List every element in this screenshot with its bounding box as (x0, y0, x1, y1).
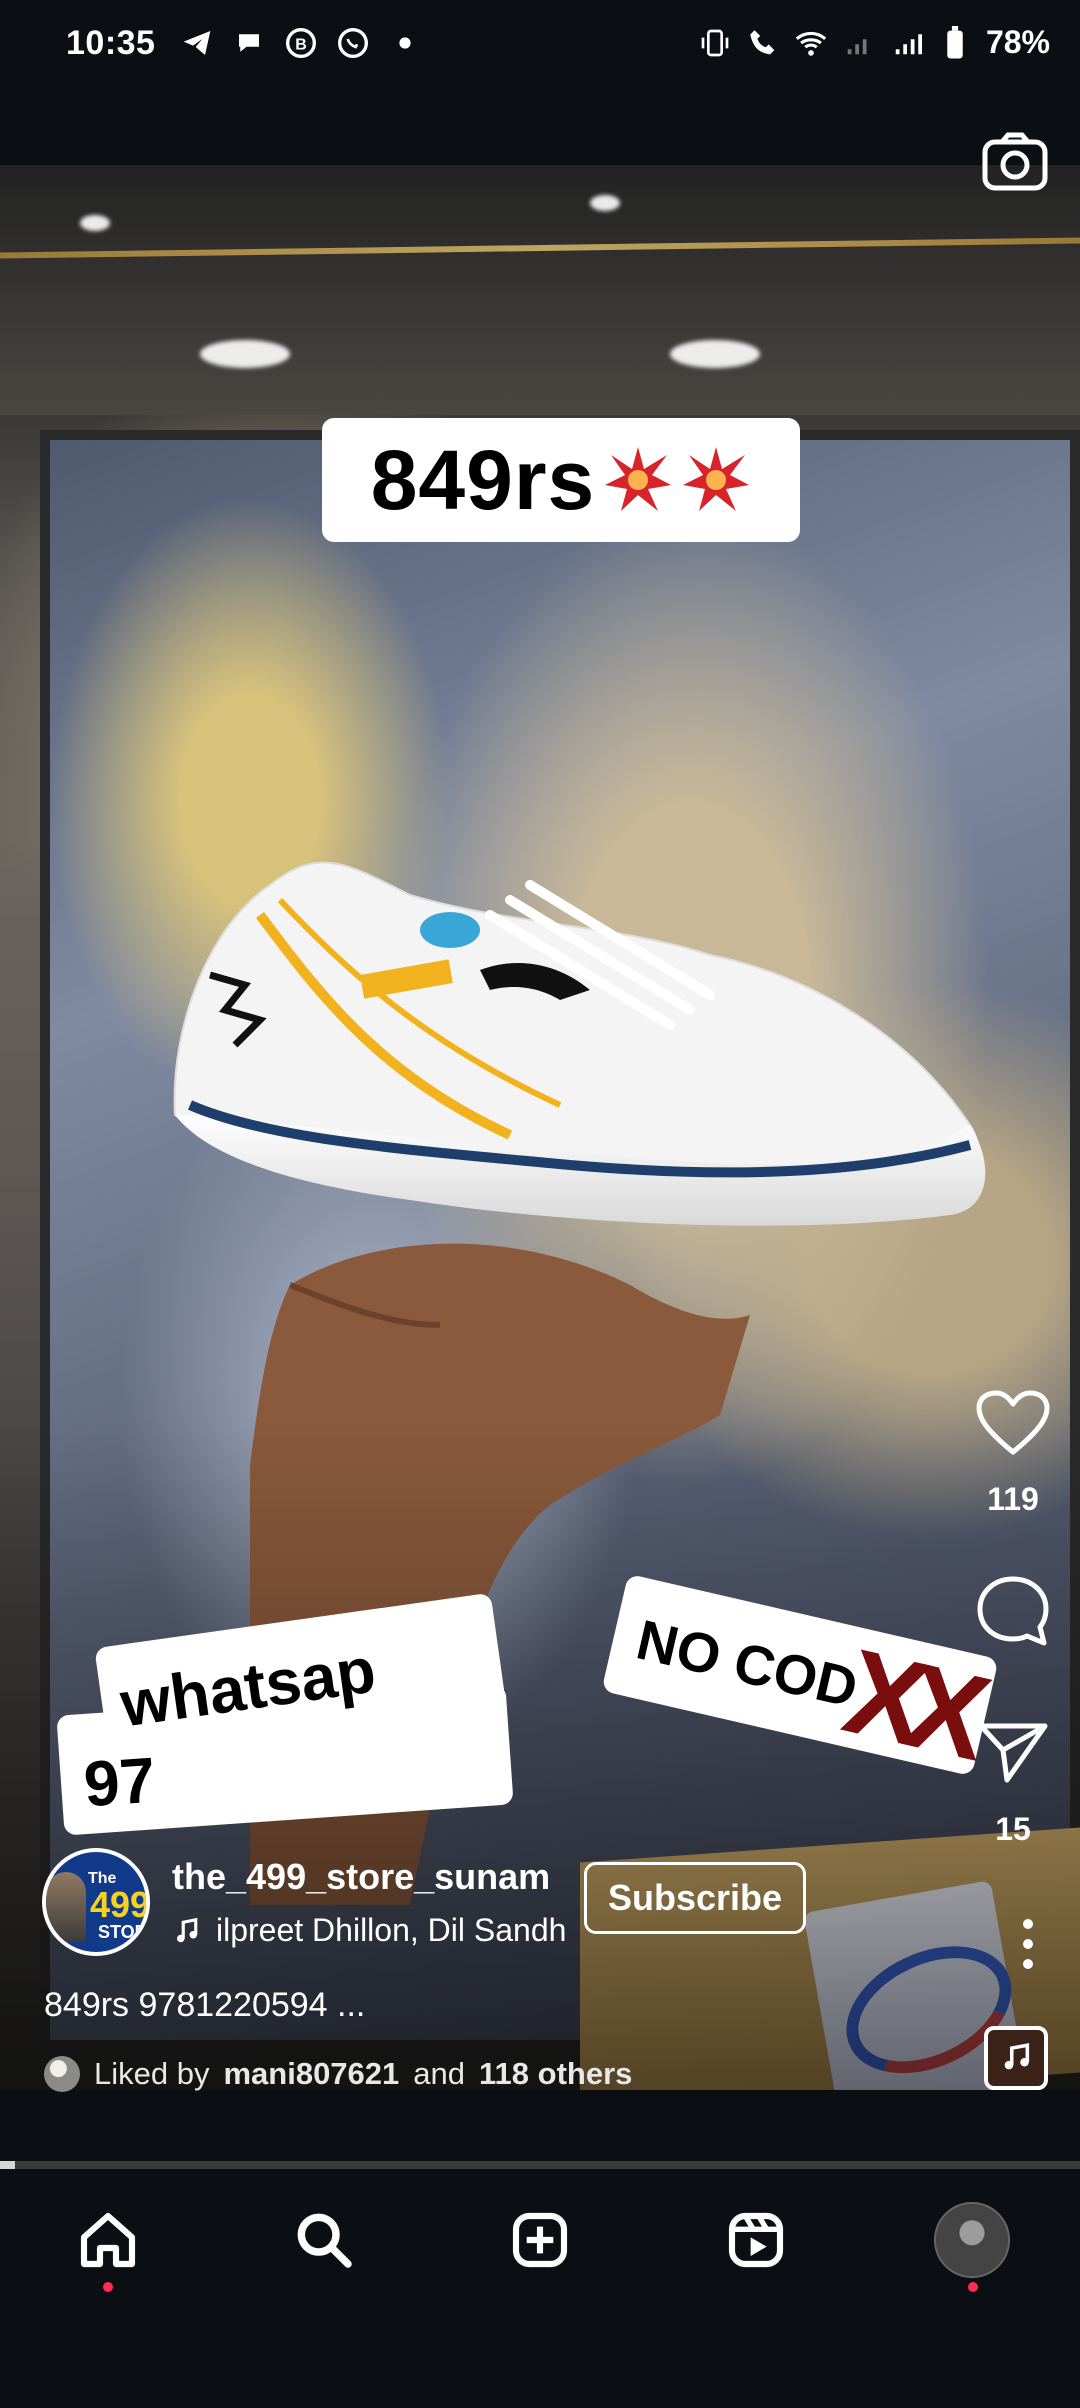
wifi-call-icon (746, 26, 780, 60)
heart-icon (976, 1390, 1050, 1455)
send-icon (978, 1723, 1048, 1783)
burst-icon (683, 447, 750, 511)
dot-icon (388, 26, 422, 60)
liked-by-prefix: Liked by (94, 2056, 210, 2091)
avatar-text-number: 499 (90, 1884, 150, 1925)
music-note-icon (1004, 2043, 1030, 2070)
comment-button[interactable] (976, 1575, 1050, 1654)
liked-by-user[interactable]: mani807621 (223, 2056, 399, 2092)
video-progress-fill (0, 2161, 16, 2169)
like-button[interactable] (976, 1390, 1050, 1461)
home-icon (80, 2212, 136, 2268)
audio-thumbnail-button[interactable] (984, 2026, 1048, 2090)
profile-notification-dot (968, 2282, 978, 2292)
avatar-text-store: STOR (98, 1922, 148, 1942)
price-sticker: 849rs (322, 418, 800, 542)
post-caption[interactable]: 849rs 9781220594 ... (44, 1986, 365, 2025)
share-group: 15 (974, 1720, 1052, 1848)
music-note-icon (177, 1917, 198, 1942)
author-username[interactable]: the_499_store_sunam (172, 1856, 550, 1898)
share-count: 15 (995, 1811, 1031, 1847)
nav-profile[interactable] (932, 2200, 1012, 2280)
author-avatar[interactable]: The 499 STOR (42, 1848, 150, 1956)
bottom-nav (0, 2170, 1080, 2408)
nav-reels[interactable] (716, 2200, 796, 2280)
whatsapp-sticker-line2: 97 (81, 1743, 158, 1821)
home-notification-dot (103, 2282, 113, 2292)
reels-icon (728, 2212, 784, 2268)
share-button[interactable] (977, 1720, 1049, 1791)
telegram-icon (180, 26, 214, 60)
author-row: The 499 STOR (42, 1848, 150, 1956)
liked-by-row[interactable]: Liked by mani807621 and 118 others (44, 2056, 632, 2092)
audio-row[interactable]: ilpreet Dhillon, Dil Sandh (172, 1912, 616, 1949)
more-vertical-icon (1023, 1919, 1033, 1969)
video-progress-bar[interactable] (0, 2161, 1080, 2169)
signal-icon (842, 26, 876, 60)
nav-home[interactable] (68, 2200, 148, 2280)
no-cod-text: NO COD (631, 1606, 864, 1719)
price-text: 849rs (370, 432, 596, 527)
chat-icon (232, 26, 266, 60)
burst-icon (605, 447, 672, 511)
liker-avatar (44, 2056, 80, 2092)
subscribe-button[interactable]: Subscribe (584, 1862, 806, 1934)
status-right: 78% (698, 24, 1050, 61)
no-cod-x-marks: XX (832, 1623, 985, 1783)
status-bar: 10:35 B 78% (0, 0, 1080, 90)
like-count: 119 (987, 1481, 1039, 1517)
whatsapp-sticker: whatsap 97 (56, 1592, 514, 1836)
profile-avatar (934, 2202, 1010, 2278)
vibrate-icon (698, 26, 732, 60)
avatar-person (46, 1872, 86, 1942)
camera-icon (982, 132, 1048, 191)
liked-by-others[interactable]: 118 others (479, 2056, 632, 2092)
camera-button[interactable] (982, 132, 1048, 192)
liked-by-and: and (413, 2056, 466, 2091)
signal-icon-2 (890, 26, 924, 60)
svg-text:B: B (295, 37, 307, 54)
wifi-icon (794, 26, 828, 60)
b-icon: B (284, 26, 318, 60)
status-time: 10:35 (66, 24, 156, 62)
like-group: 119 (974, 1390, 1052, 1518)
status-left-icons: B (180, 26, 422, 60)
nav-search[interactable] (284, 2200, 364, 2280)
whatsapp-icon (336, 26, 370, 60)
battery-percent: 78% (985, 24, 1050, 60)
comment-group (974, 1575, 1052, 1654)
nav-create[interactable] (500, 2200, 580, 2280)
battery-icon (938, 25, 972, 60)
comment-icon (977, 1576, 1049, 1646)
create-icon (512, 2212, 568, 2268)
search-icon (297, 2213, 352, 2268)
audio-title: ilpreet Dhillon, Dil Sandh (216, 1912, 567, 1948)
more-options-button[interactable] (1020, 1918, 1036, 1970)
